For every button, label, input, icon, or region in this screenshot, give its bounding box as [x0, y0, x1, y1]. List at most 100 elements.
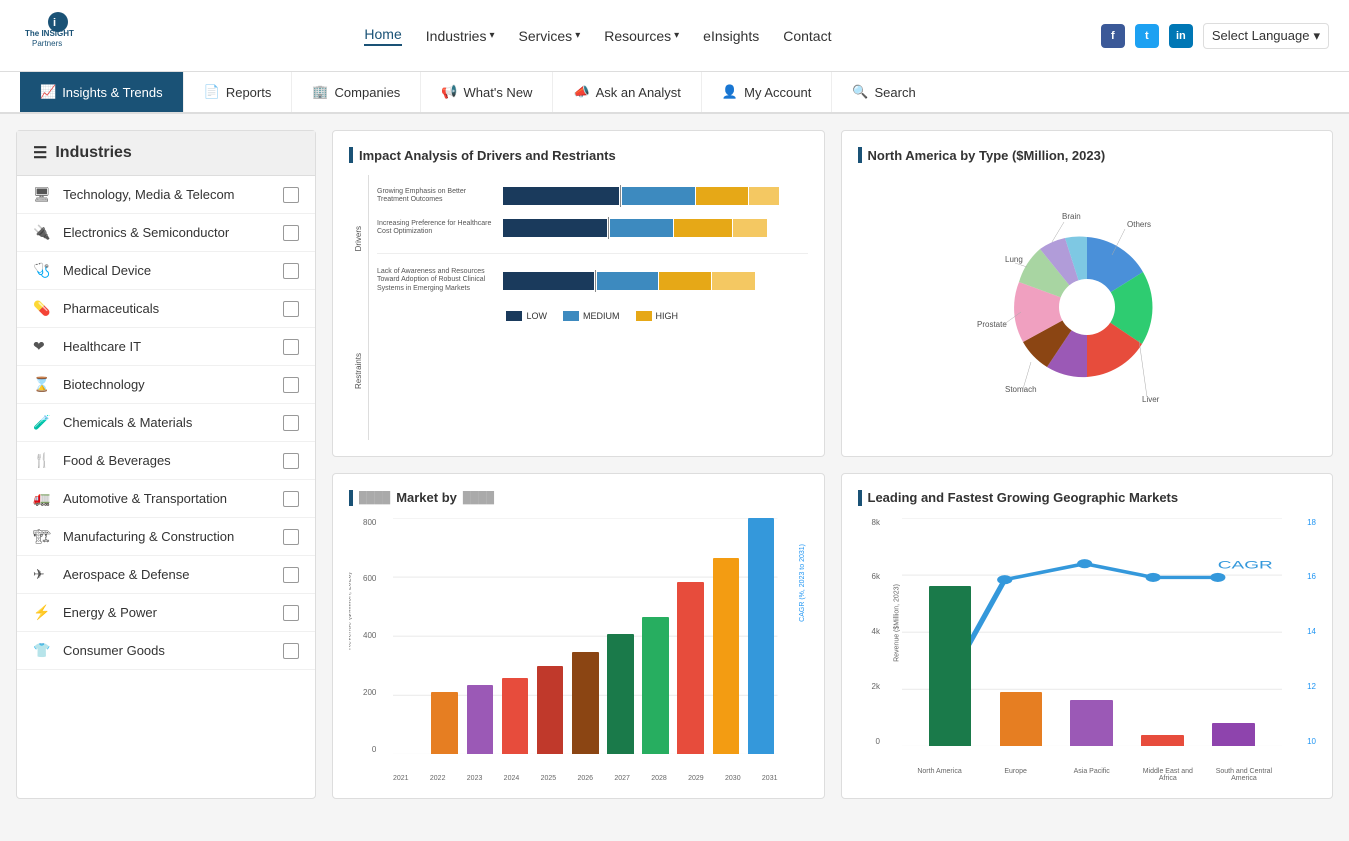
sidebar: ☰ Industries 🖥 Technology, Media & Telec…	[16, 130, 316, 799]
twitter-icon[interactable]: t	[1135, 24, 1159, 48]
pharma-checkbox[interactable]	[283, 301, 299, 317]
biotech-checkbox[interactable]	[283, 377, 299, 393]
sidebar-item-healthcare-it[interactable]: ❤ Healthcare IT	[17, 328, 315, 366]
food-checkbox[interactable]	[283, 453, 299, 469]
bar-2022	[428, 518, 461, 755]
nav-ask-analyst[interactable]: 📣 Ask an Analyst	[553, 72, 701, 112]
nav-reports[interactable]: 📄 Reports	[184, 72, 293, 112]
nav-my-account[interactable]: 👤 My Account	[702, 72, 832, 112]
bar-2029	[674, 518, 707, 755]
sidebar-item-technology[interactable]: 🖥 Technology, Media & Telecom	[17, 176, 315, 214]
nav-contact[interactable]: Contact	[783, 28, 831, 44]
title-bar-icon	[349, 147, 353, 163]
automotive-icon: 🚛	[33, 490, 53, 507]
bar-2026	[569, 518, 602, 755]
chemicals-checkbox[interactable]	[283, 415, 299, 431]
energy-checkbox[interactable]	[283, 605, 299, 621]
nav-insights-trends[interactable]: 📈 Insights & Trends	[20, 72, 184, 112]
bar-high-2	[674, 219, 732, 237]
impact-analysis-body: Drivers Restraints Growing Emphasis on B…	[349, 175, 808, 440]
bar-extra-3	[712, 272, 755, 290]
geo-bar-sca	[1203, 518, 1264, 747]
consumer-checkbox[interactable]	[283, 643, 299, 659]
legend-low: LOW	[506, 311, 547, 321]
insights-icon: 📈	[40, 84, 56, 100]
bar-2023	[463, 518, 496, 755]
bar-2030	[709, 518, 742, 755]
language-selector[interactable]: Select Language ▾	[1203, 23, 1329, 49]
linkedin-icon[interactable]: in	[1169, 24, 1193, 48]
sidebar-item-chemicals[interactable]: 🧪 Chemicals & Materials	[17, 404, 315, 442]
market-bar-body: Revenue ($Million, 2023) 800 600 400 200…	[349, 518, 808, 783]
legend-low-box	[506, 311, 522, 321]
drivers-label: Drivers	[354, 226, 363, 251]
bar-low-3	[503, 272, 594, 290]
energy-icon: ⚡	[33, 604, 53, 621]
nav-resources[interactable]: Resources ▾	[604, 28, 679, 44]
geographic-body: Revenue ($Million, 2023) 8k 6k 4k 2k 0 1…	[858, 518, 1317, 783]
divider-3	[595, 270, 596, 292]
sidebar-item-biotech[interactable]: ⌛ Biotechnology	[17, 366, 315, 404]
legend-high-box	[636, 311, 652, 321]
healthcare-it-checkbox[interactable]	[283, 339, 299, 355]
bar-med-2	[610, 219, 674, 237]
x-axis-labels: 2021 2022 2023 2024 2025 2026 2027 2028 …	[393, 775, 778, 782]
healthcare-it-icon: ❤	[33, 338, 53, 355]
facebook-icon[interactable]: f	[1101, 24, 1125, 48]
bar-high-3	[659, 272, 711, 290]
sidebar-item-consumer[interactable]: 👕 Consumer Goods	[17, 632, 315, 670]
section-divider	[377, 253, 808, 254]
impact-analysis-chart: Impact Analysis of Drivers and Restriant…	[332, 130, 825, 457]
nav-home[interactable]: Home	[364, 26, 401, 46]
aerospace-checkbox[interactable]	[283, 567, 299, 583]
sidebar-item-pharma[interactable]: 💊 Pharmaceuticals	[17, 290, 315, 328]
label-brain: Brain	[1062, 212, 1081, 221]
nav-right: f t in Select Language ▾	[1101, 23, 1329, 49]
bar-low-2	[503, 219, 607, 237]
label-liver: Liver	[1142, 395, 1160, 404]
bar-extra-1	[749, 187, 779, 205]
sidebar-item-automotive[interactable]: 🚛 Automotive & Transportation	[17, 480, 315, 518]
automotive-checkbox[interactable]	[283, 491, 299, 507]
nav-einsights[interactable]: eInsights	[703, 28, 759, 44]
services-dropdown-icon: ▾	[575, 30, 580, 41]
north-america-chart: North America by Type ($Million, 2023)	[841, 130, 1334, 457]
nav-industries[interactable]: Industries ▾	[426, 28, 495, 44]
y-axis-labels: 800 600 400 200 0	[363, 518, 376, 755]
bar-2028	[639, 518, 672, 755]
sidebar-item-medical[interactable]: 🩺 Medical Device	[17, 252, 315, 290]
nav-search[interactable]: 🔍 Search	[832, 72, 935, 112]
pie-chart-svg: Others Brain Lung Prostate Liver Stomach	[947, 197, 1227, 417]
sidebar-item-manufacturing[interactable]: 🏗 Manufacturing & Construction	[17, 518, 315, 556]
legend-high: HIGH	[636, 311, 679, 321]
cagr-right-labels: 18 16 14 12 10	[1305, 518, 1316, 747]
chemicals-icon: 🧪	[33, 414, 53, 431]
logo[interactable]: i The INSIGHT Partners	[20, 8, 75, 63]
electronics-checkbox[interactable]	[283, 225, 299, 241]
impact-analysis-title: Impact Analysis of Drivers and Restriant…	[349, 147, 808, 163]
charts-area: Impact Analysis of Drivers and Restriant…	[332, 130, 1333, 799]
geo-bar-na	[920, 518, 981, 747]
sidebar-item-electronics[interactable]: 🔌 Electronics & Semiconductor	[17, 214, 315, 252]
label-liver-line	[1139, 340, 1147, 397]
bar-2031	[744, 518, 777, 755]
nav-services[interactable]: Services ▾	[519, 28, 581, 44]
y-axis-title: Revenue ($Million, 2023)	[349, 572, 353, 650]
sidebar-item-food[interactable]: 🍴 Food & Beverages	[17, 442, 315, 480]
nav-companies[interactable]: 🏢 Companies	[292, 72, 421, 112]
bar-med-1	[622, 187, 695, 205]
sidebar-item-energy[interactable]: ⚡ Energy & Power	[17, 594, 315, 632]
medical-checkbox[interactable]	[283, 263, 299, 279]
bar-2025	[534, 518, 567, 755]
nav-whats-new[interactable]: 📢 What's New	[421, 72, 553, 112]
biotech-icon: ⌛	[33, 376, 53, 393]
geo-bars	[902, 518, 1283, 747]
sidebar-item-aerospace[interactable]: ✈ Aerospace & Defense	[17, 556, 315, 594]
technology-checkbox[interactable]	[283, 187, 299, 203]
sidebar-list-icon: ☰	[33, 143, 47, 163]
manufacturing-icon: 🏗	[33, 528, 53, 545]
svg-text:i: i	[53, 17, 56, 29]
geographic-title: Leading and Fastest Growing Geographic M…	[858, 490, 1317, 506]
manufacturing-checkbox[interactable]	[283, 529, 299, 545]
legend-medium-box	[563, 311, 579, 321]
